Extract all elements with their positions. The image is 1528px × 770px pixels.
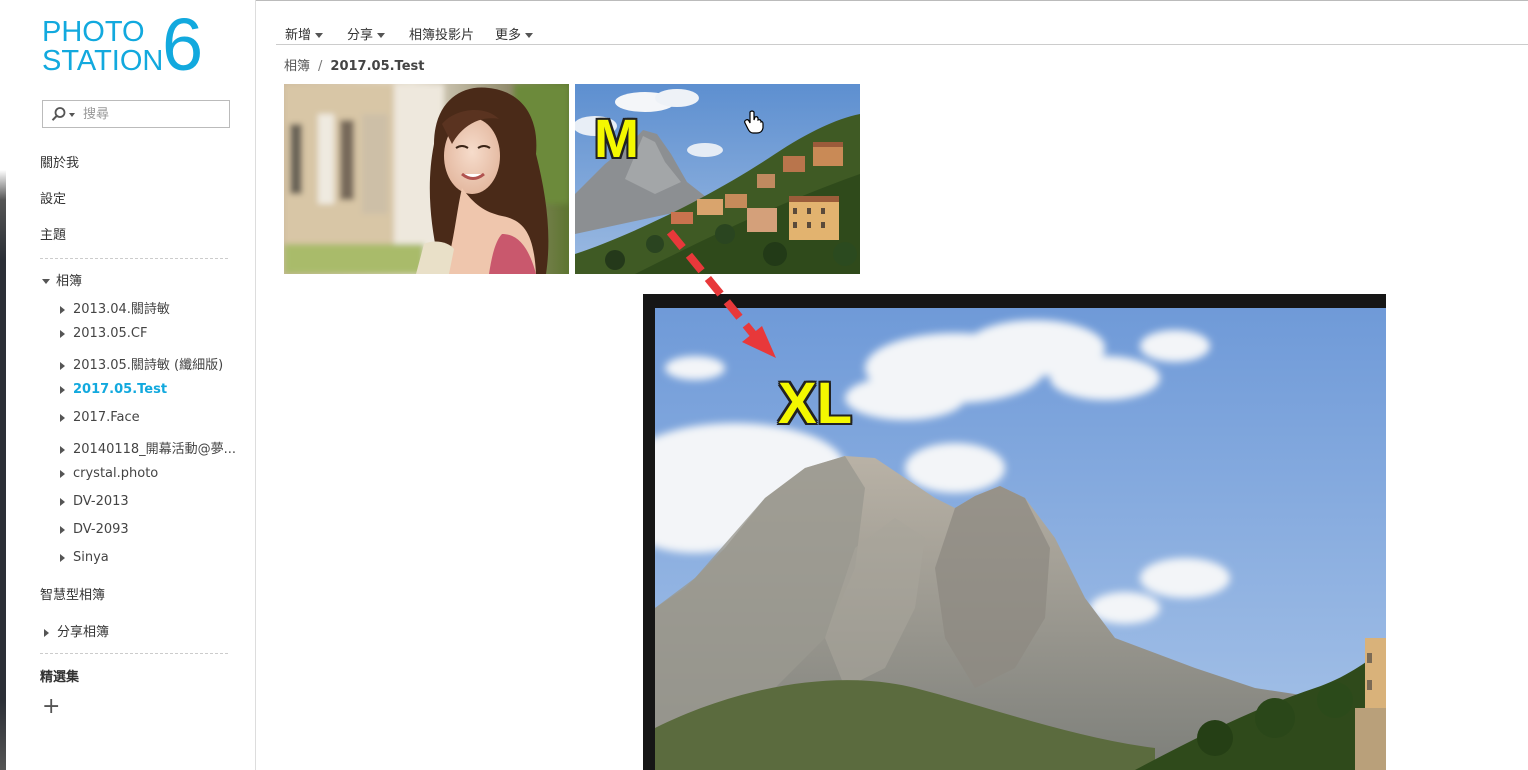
album-label: crystal.photo <box>73 466 159 481</box>
sidebar-item-smart-albums[interactable]: 智慧型相簿 <box>40 584 105 603</box>
expand-right-icon[interactable] <box>60 385 65 394</box>
sidebar: PHOTO STATION 6 關於我 設定 主題 相簿 2013.04.關詩敏… <box>6 0 256 770</box>
sidebar-item-settings[interactable]: 設定 <box>40 188 66 207</box>
share-menu-label: 分享 <box>347 28 374 43</box>
sidebar-album-item[interactable]: 2017.05.Test <box>60 382 240 397</box>
more-menu-button[interactable]: 更多 <box>495 24 534 43</box>
sidebar-divider <box>40 653 228 654</box>
landscape-photo-large <box>655 308 1386 770</box>
breadcrumb-separator: / <box>318 59 323 74</box>
chevron-down-icon <box>377 33 386 38</box>
sidebar-section-collections: 精選集 <box>40 670 80 685</box>
photo-preview-xl <box>643 294 1386 770</box>
chevron-down-icon <box>525 33 534 38</box>
expand-right-icon[interactable] <box>60 497 65 506</box>
logo-line-1: PHOTO <box>42 16 145 48</box>
expand-right-icon[interactable] <box>44 628 49 637</box>
breadcrumb-current: 2017.05.Test <box>330 59 425 74</box>
sidebar-album-item[interactable]: 2013.05.關詩敏 (纖細版) <box>60 354 240 373</box>
album-label: 2017.Face <box>73 410 140 425</box>
search-input[interactable] <box>83 105 223 123</box>
chevron-down-icon <box>315 33 324 38</box>
more-menu-label: 更多 <box>495 28 522 43</box>
breadcrumb-root[interactable]: 相簿 <box>284 59 310 74</box>
expand-right-icon[interactable] <box>60 445 65 454</box>
expand-right-icon[interactable] <box>60 413 65 422</box>
sidebar-album-item[interactable]: 2017.Face <box>60 410 240 425</box>
sidebar-item-about[interactable]: 關於我 <box>40 152 79 171</box>
album-label: Sinya <box>73 550 109 565</box>
breadcrumb: 相簿 / 2017.05.Test <box>284 55 424 74</box>
sidebar-item-shared-albums[interactable]: 分享相簿 <box>44 621 109 640</box>
expand-right-icon[interactable] <box>60 361 65 370</box>
new-menu-button[interactable]: 新增 <box>285 24 324 43</box>
search-options-caret-icon[interactable] <box>69 113 75 117</box>
album-label: 2013.05.CF <box>73 326 148 341</box>
sidebar-item-theme[interactable]: 主題 <box>40 224 66 243</box>
new-menu-label: 新增 <box>285 28 312 43</box>
albums-label: 相簿 <box>56 274 83 289</box>
sidebar-album-item[interactable]: DV-2093 <box>60 522 240 537</box>
expand-right-icon[interactable] <box>60 329 65 338</box>
album-label: 2017.05.Test <box>73 382 168 397</box>
sidebar-album-item[interactable]: Sinya <box>60 550 240 565</box>
sidebar-album-item[interactable]: crystal.photo <box>60 466 240 481</box>
hand-cursor-icon <box>744 110 764 134</box>
logo-version: 6 <box>162 3 204 86</box>
expand-right-icon[interactable] <box>60 469 65 478</box>
plus-icon[interactable]: + <box>42 696 60 718</box>
sidebar-album-item[interactable]: 2013.05.CF <box>60 326 240 341</box>
sidebar-album-item[interactable]: 20140118_開幕活動@夢... <box>60 438 240 457</box>
sidebar-divider <box>40 258 228 259</box>
slideshow-button[interactable]: 相簿投影片 <box>409 24 474 43</box>
toolbar: 新增 分享 相簿投影片 更多 <box>276 16 1528 45</box>
photo-station-logo: PHOTO STATION 6 <box>42 8 217 82</box>
album-label: 2013.05.關詩敏 (纖細版) <box>73 358 224 373</box>
album-label: DV-2093 <box>73 522 129 537</box>
expand-right-icon[interactable] <box>60 525 65 534</box>
album-label: DV-2013 <box>73 494 129 509</box>
search-icon[interactable] <box>51 106 67 122</box>
size-label-medium: M <box>594 109 639 169</box>
logo-line-2: STATION <box>42 45 164 77</box>
expand-right-icon[interactable] <box>60 305 65 314</box>
expand-down-icon[interactable] <box>42 279 50 284</box>
portrait-photo <box>284 84 569 274</box>
share-menu-button[interactable]: 分享 <box>347 24 386 43</box>
album-label: 2013.04.關詩敏 <box>73 302 170 317</box>
search-box[interactable] <box>42 100 230 128</box>
shared-albums-label: 分享相簿 <box>57 625 110 640</box>
size-label-xlarge: XL <box>778 371 853 436</box>
photo-thumbnail[interactable] <box>284 84 569 274</box>
sidebar-album-item[interactable]: DV-2013 <box>60 494 240 509</box>
expand-right-icon[interactable] <box>60 553 65 562</box>
album-label: 20140118_開幕活動@夢... <box>73 442 237 457</box>
sidebar-album-item[interactable]: 2013.04.關詩敏 <box>60 298 240 317</box>
sidebar-item-albums[interactable]: 相簿 <box>42 270 82 289</box>
